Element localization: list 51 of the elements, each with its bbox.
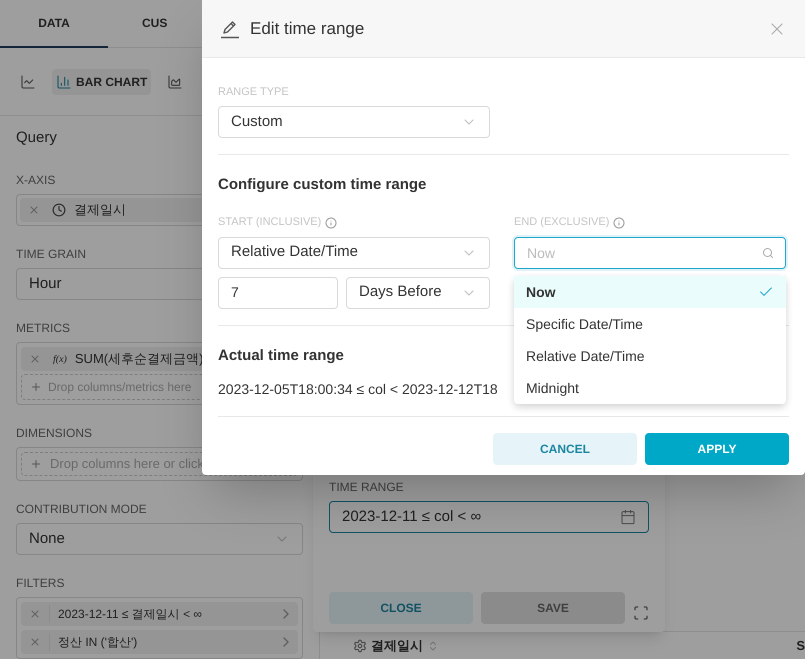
- settings-icon[interactable]: [353, 638, 367, 652]
- filter-chip[interactable]: 2023-12-11 ≤ 결제일시 < ∞: [21, 602, 298, 626]
- column-header[interactable]: 결제일시: [371, 636, 423, 656]
- range-type-select[interactable]: Custom: [218, 106, 490, 138]
- field-label: RANGE TYPE: [218, 85, 289, 100]
- unit-select[interactable]: Days Before: [346, 276, 490, 308]
- clock-icon: [52, 203, 66, 217]
- info-icon: [613, 216, 626, 228]
- info-icon: [325, 216, 338, 228]
- remove-icon[interactable]: [28, 204, 40, 216]
- panel-tab[interactable]: CUS: [142, 0, 250, 48]
- chart-type-button[interactable]: BAR CHART: [52, 68, 152, 94]
- calendar-icon: [620, 509, 636, 525]
- expand-icon[interactable]: [633, 605, 649, 621]
- column-header[interactable]: S: [796, 636, 805, 656]
- field-label: CONTRIBUTION MODE: [16, 501, 147, 517]
- bar-chart-icon: [56, 74, 72, 90]
- line-chart-icon: [20, 74, 36, 90]
- remove-icon[interactable]: [29, 353, 41, 365]
- start-type-select[interactable]: Relative Date/Time: [218, 236, 490, 268]
- area-chart-icon: [167, 74, 184, 90]
- function-label: f(x): [53, 352, 67, 366]
- field-label: METRICS: [16, 320, 70, 336]
- save-button[interactable]: SAVE: [481, 592, 625, 624]
- field-label: TIME RANGE: [329, 479, 404, 495]
- remove-icon[interactable]: [29, 608, 41, 620]
- modal-title: Edit time range: [250, 18, 364, 40]
- field-label: X-AXIS: [16, 172, 56, 188]
- plus-icon: [30, 458, 42, 470]
- field-label: END (EXCLUSIVE): [514, 215, 610, 230]
- dropdown-option[interactable]: Now: [514, 276, 786, 308]
- filter-chip[interactable]: 정산 IN ('합산'): [21, 630, 298, 654]
- plus-icon: [30, 381, 42, 393]
- section-title: Configure custom time range: [218, 175, 426, 195]
- contribution-mode-select[interactable]: None: [16, 523, 303, 555]
- remove-icon[interactable]: [29, 636, 41, 648]
- section-title: Query: [16, 128, 57, 148]
- dropdown-option[interactable]: Relative Date/Time: [514, 340, 786, 372]
- panel-tab[interactable]: DATA: [0, 0, 108, 48]
- edit-icon: [220, 18, 240, 38]
- sort-icon[interactable]: [427, 640, 439, 652]
- end-search-field[interactable]: Now: [514, 236, 786, 268]
- time-range-field[interactable]: 2023-12-11 ≤ col < ∞: [329, 501, 649, 533]
- cancel-button[interactable]: CANCEL: [493, 433, 637, 465]
- field-label: FILTERS: [16, 575, 64, 591]
- dropdown-option[interactable]: Specific Date/Time: [514, 308, 786, 340]
- field-label: TIME GRAIN: [16, 246, 86, 262]
- amount-field[interactable]: 7: [218, 276, 338, 308]
- field-label: DIMENSIONS: [16, 425, 92, 441]
- dropdown-option[interactable]: Midnight: [514, 372, 786, 404]
- search-icon: [762, 246, 774, 258]
